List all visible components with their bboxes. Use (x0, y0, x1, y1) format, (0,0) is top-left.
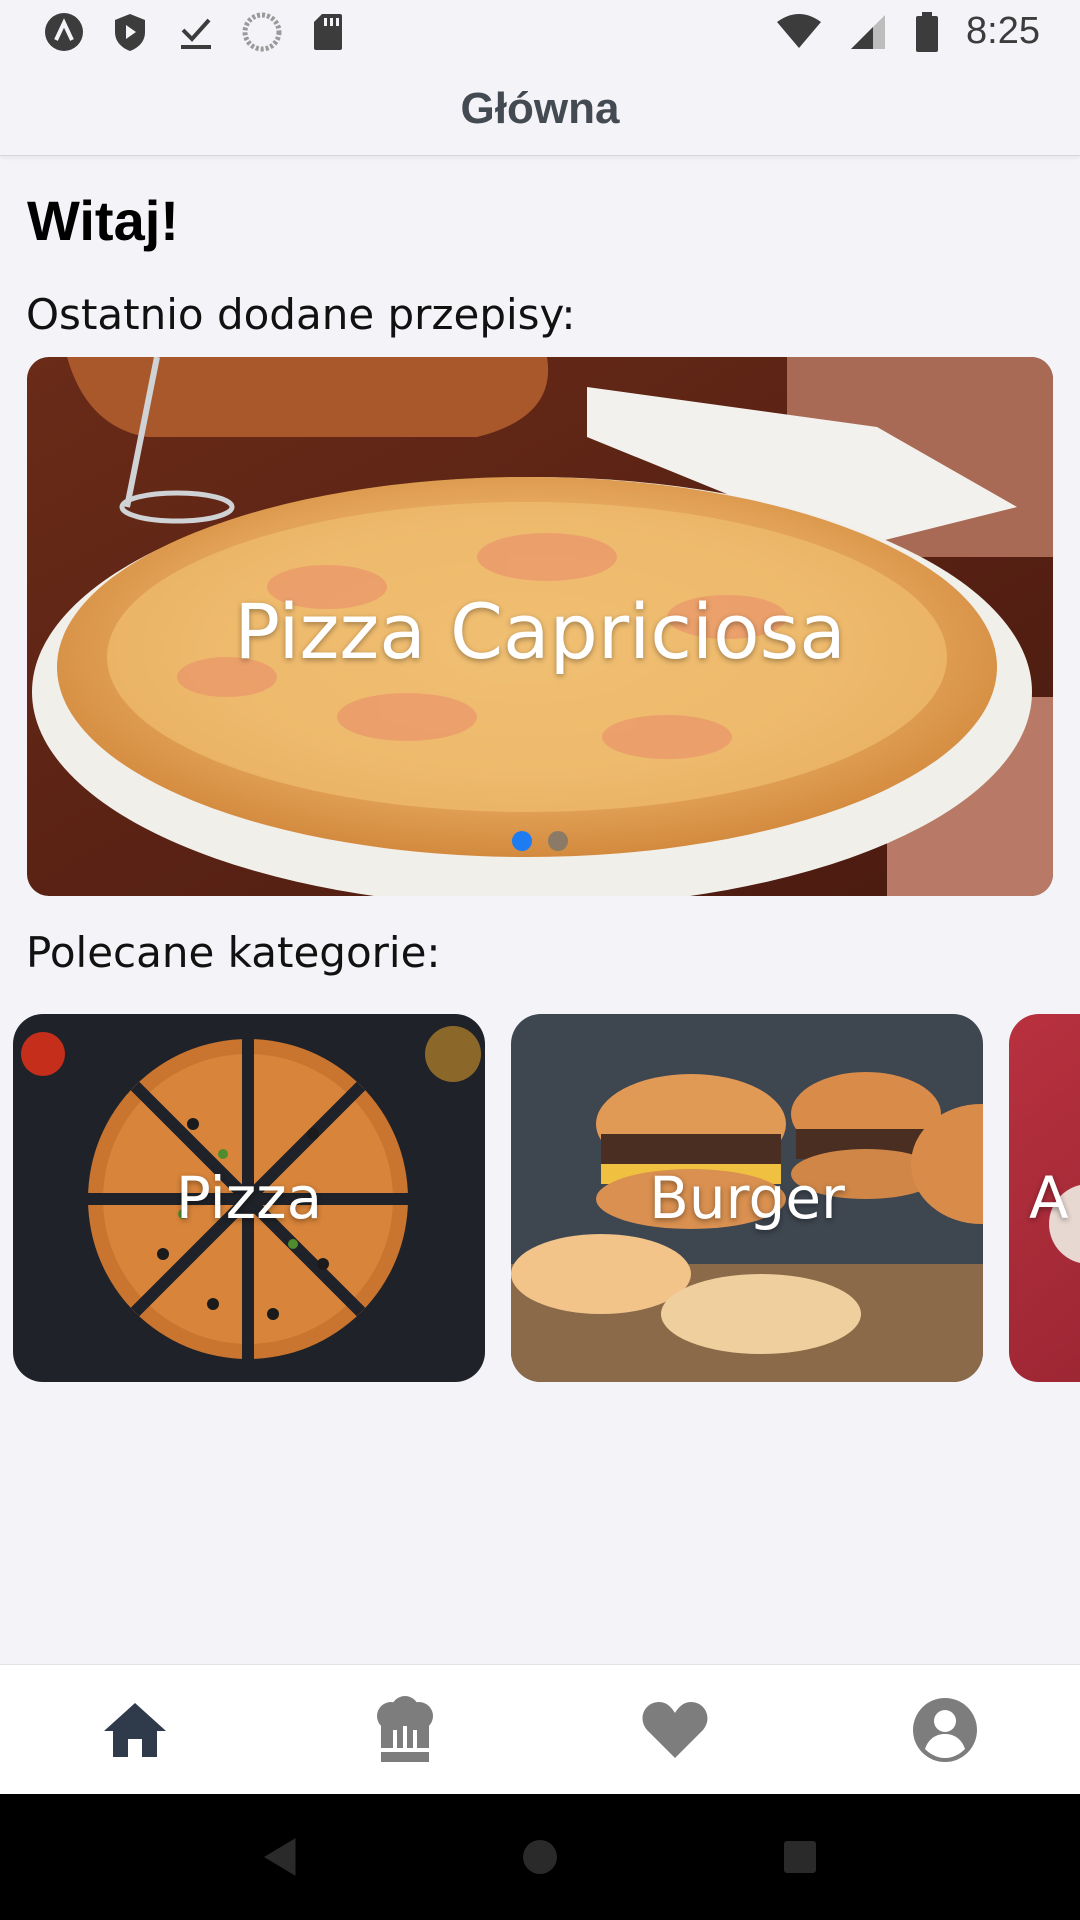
bottom-tab-bar (0, 1664, 1080, 1795)
carousel-dot[interactable] (548, 831, 568, 851)
category-label: A (1029, 1164, 1069, 1232)
signal-icon (848, 12, 888, 52)
app-header: Główna (0, 63, 1080, 156)
home-button[interactable] (510, 1827, 570, 1887)
shield-icon (110, 12, 150, 52)
category-card-burger[interactable]: Burger (511, 1014, 983, 1382)
category-card-pizza[interactable]: Pizza (13, 1014, 485, 1382)
categories-label: Polecane kategorie: (26, 928, 441, 977)
status-bar-notifications (44, 12, 348, 52)
home-icon (104, 1703, 166, 1757)
back-button[interactable] (250, 1827, 310, 1887)
status-time: 8:25 (966, 10, 1040, 52)
tab-home[interactable] (75, 1680, 195, 1780)
status-bar: 8:25 (0, 0, 1080, 63)
tab-recipes[interactable] (345, 1680, 465, 1780)
system-navigation-bar (0, 1794, 1080, 1920)
heart-icon (642, 1702, 708, 1758)
carousel-pagination (27, 831, 1053, 851)
app-a-icon (44, 12, 84, 52)
carousel-slide-title: Pizza Capriciosa (234, 587, 846, 676)
sync-circle-icon (242, 12, 282, 52)
category-card-partial[interactable]: A (1009, 1014, 1080, 1382)
tab-favorites[interactable] (615, 1680, 735, 1780)
battery-icon (914, 11, 940, 52)
status-bar-system: 8:25 (776, 10, 1040, 53)
categories-scroller[interactable]: Pizza Burger A (13, 1014, 1080, 1382)
sd-card-icon (308, 12, 348, 52)
greeting-heading: Witaj! (27, 189, 179, 252)
wifi-icon (776, 12, 822, 52)
user-circle-icon (913, 1698, 977, 1762)
home-circle-icon (523, 1840, 557, 1874)
recents-icon (784, 1841, 816, 1873)
carousel-dot-active[interactable] (512, 831, 532, 851)
tab-profile[interactable] (885, 1680, 1005, 1780)
download-done-icon (176, 12, 216, 52)
page-title: Główna (460, 84, 620, 133)
category-label: Burger (649, 1164, 845, 1232)
recent-recipes-carousel[interactable]: Pizza Capriciosa (27, 357, 1053, 896)
back-icon (264, 1838, 296, 1876)
recents-button[interactable] (770, 1827, 830, 1887)
category-label: Pizza (175, 1164, 323, 1232)
chef-hat-icon (377, 1696, 433, 1762)
recent-recipes-label: Ostatnio dodane przepisy: (26, 290, 576, 339)
carousel-slide[interactable]: Pizza Capriciosa (27, 357, 1053, 896)
